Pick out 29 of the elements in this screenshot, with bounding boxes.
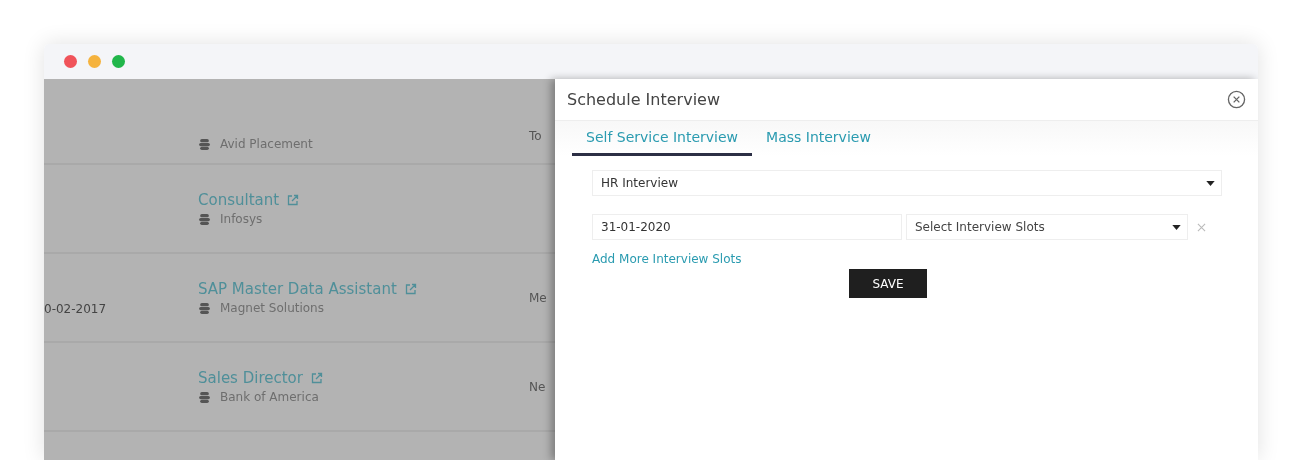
external-link-icon[interactable] [404,283,417,295]
add-slots-link[interactable]: Add More Interview Slots [592,252,742,266]
company-name: Bank of America [220,390,319,404]
company-name: Magnet Solutions [220,301,324,315]
caret-icon [1172,224,1181,230]
job-title-link[interactable]: SAP Master Data Assistant [198,280,397,298]
date-field[interactable]: 31-01-2020 [592,214,902,240]
external-link-icon[interactable] [287,194,300,206]
job-title-link[interactable]: Sales Director [198,369,303,387]
cut-off-text: To [529,129,542,143]
close-window-icon[interactable] [64,55,77,68]
cut-off-text: Ne [529,379,546,394]
panel-title: Schedule Interview [567,90,720,109]
save-button[interactable]: SAVE [849,269,927,298]
minimize-window-icon[interactable] [88,55,101,68]
external-link-icon[interactable] [310,372,323,384]
company-name: Infosys [220,212,263,226]
maximize-window-icon[interactable] [112,55,125,68]
close-icon[interactable] [1227,90,1246,109]
tab[interactable]: Self Service Interview [572,121,753,156]
interview-slots-select[interactable]: Select Interview Slots [906,214,1188,240]
cut-off-text: Me [529,290,547,305]
caret-icon [1206,180,1215,186]
job-title-link[interactable]: Consultant [198,191,280,209]
date-text: 0-02-2017 [44,301,107,316]
company-name: Avid Placement [220,137,313,151]
remove-icon[interactable] [1197,222,1206,232]
tab[interactable]: Mass Interview [752,121,885,156]
interview-type-select[interactable]: HR Interview [592,170,1222,196]
